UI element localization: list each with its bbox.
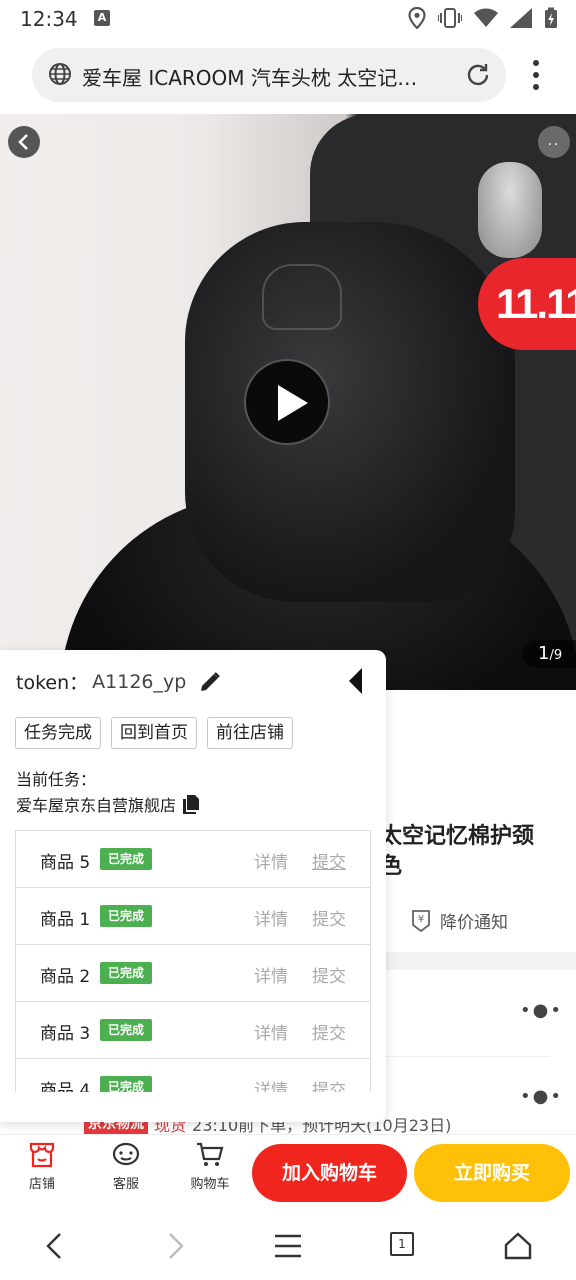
detail-link[interactable]: 详情 bbox=[254, 1019, 288, 1044]
submit-link[interactable]: 提交 bbox=[312, 1076, 346, 1092]
svg-text:¥: ¥ bbox=[418, 914, 424, 925]
reload-icon[interactable] bbox=[464, 61, 492, 89]
notification-icon: A bbox=[94, 10, 110, 26]
customer-service-label: 客服 bbox=[112, 1177, 139, 1192]
token-label: token： bbox=[16, 672, 89, 694]
location-icon bbox=[408, 7, 426, 29]
buy-now-button[interactable]: 立即购买 bbox=[414, 1144, 570, 1202]
system-nav-bar bbox=[0, 1210, 576, 1280]
status-badge: 已完成 bbox=[100, 1019, 153, 1041]
task-list: 商品 5 已完成 详情 提交 商品 1 已完成 详情 提交 商品 2 已完成 详… bbox=[15, 830, 371, 1092]
back-home-button[interactable]: 回到首页 bbox=[111, 717, 197, 749]
detail-link[interactable]: 详情 bbox=[254, 905, 288, 930]
nav-home-icon[interactable] bbox=[502, 1230, 534, 1262]
browser-menu-icon[interactable] bbox=[524, 58, 548, 92]
image-counter: 1/9 bbox=[522, 640, 576, 668]
shop-label: 店铺 bbox=[28, 1177, 55, 1192]
submit-link[interactable]: 提交 bbox=[312, 962, 346, 987]
image-total: /9 bbox=[549, 648, 563, 663]
task-name: 商品 3 bbox=[40, 1024, 91, 1044]
card-divider bbox=[380, 1056, 550, 1057]
panel-button-row: 任务完成 回到首页 前往店铺 bbox=[15, 717, 293, 749]
customer-service-button[interactable]: 客服 bbox=[94, 1141, 158, 1192]
copy-icon[interactable] bbox=[182, 794, 200, 814]
price-notice-icon: ¥ bbox=[412, 909, 430, 932]
promo-badge: 11.11 bbox=[478, 258, 576, 350]
detail-link[interactable]: 详情 bbox=[254, 1076, 288, 1092]
cart-button[interactable]: 购物车 bbox=[178, 1141, 242, 1192]
task-overlay-panel: token： A1126_yp 任务完成 回到首页 前往店铺 当前任务： 爱车屋… bbox=[0, 650, 386, 1122]
tab-count-button[interactable]: 1 bbox=[390, 1232, 414, 1256]
action-bar: 店铺 客服 购物车 加入购物车 立即购买 bbox=[0, 1134, 576, 1210]
cart-icon bbox=[197, 1142, 224, 1166]
shop-icon bbox=[29, 1142, 55, 1168]
submit-link[interactable]: 提交 bbox=[312, 905, 346, 930]
detail-link[interactable]: 详情 bbox=[254, 848, 288, 873]
signal-icon bbox=[510, 8, 532, 28]
status-badge: 已完成 bbox=[100, 1076, 153, 1092]
cart-label: 购物车 bbox=[190, 1177, 230, 1192]
option-more-icon[interactable]: •●• bbox=[520, 1086, 563, 1107]
price-notice-label: 降价通知 bbox=[440, 913, 508, 933]
task-complete-button[interactable]: 任务完成 bbox=[15, 717, 101, 749]
wifi-icon bbox=[474, 8, 498, 27]
task-name: 商品 5 bbox=[40, 853, 91, 873]
task-row: 商品 4 已完成 详情 提交 bbox=[16, 1059, 370, 1092]
status-badge: 已完成 bbox=[100, 905, 153, 927]
task-row: 商品 1 已完成 详情 提交 bbox=[16, 888, 370, 945]
current-task-shop: 爱车屋京东自营旗舰店 bbox=[16, 792, 200, 816]
globe-icon bbox=[49, 63, 71, 85]
status-bar: 12:34 A bbox=[0, 0, 576, 38]
nav-menu-icon[interactable] bbox=[272, 1230, 304, 1262]
add-to-cart-button[interactable]: 加入购物车 bbox=[252, 1144, 407, 1202]
more-icon[interactable]: .. bbox=[538, 126, 570, 158]
go-to-shop-button[interactable]: 前往店铺 bbox=[207, 717, 293, 749]
current-task-label: 当前任务： bbox=[16, 770, 97, 789]
task-name: 商品 4 bbox=[40, 1081, 91, 1092]
vibrate-icon bbox=[438, 8, 462, 28]
task-row: 商品 3 已完成 详情 提交 bbox=[16, 1002, 370, 1059]
status-icons bbox=[408, 6, 558, 30]
customer-service-icon bbox=[112, 1142, 140, 1166]
task-row: 商品 2 已完成 详情 提交 bbox=[16, 945, 370, 1002]
headrest-pillow bbox=[185, 222, 515, 602]
nav-back-icon[interactable] bbox=[40, 1230, 72, 1262]
submit-link[interactable]: 提交 bbox=[312, 848, 346, 873]
edit-icon[interactable] bbox=[198, 670, 222, 694]
detail-link[interactable]: 详情 bbox=[254, 962, 288, 987]
status-time: 12:34 bbox=[20, 7, 78, 31]
status-badge: 已完成 bbox=[100, 962, 153, 984]
token-row: token： A1126_yp bbox=[16, 668, 222, 695]
url-bar[interactable]: 爱车屋 ICAROOM 汽车头枕 太空记… bbox=[32, 48, 506, 102]
option-more-icon[interactable]: •●• bbox=[520, 1000, 563, 1021]
back-icon[interactable] bbox=[8, 126, 40, 158]
battery-icon bbox=[545, 7, 557, 28]
url-text[interactable]: 爱车屋 ICAROOM 汽车头枕 太空记… bbox=[82, 62, 452, 91]
shop-button[interactable]: 店铺 bbox=[10, 1141, 74, 1192]
play-icon bbox=[278, 385, 308, 421]
section-divider bbox=[380, 952, 576, 970]
price-notice-button[interactable]: ¥ 降价通知 bbox=[410, 908, 508, 933]
task-name: 商品 1 bbox=[40, 910, 91, 930]
play-video-button[interactable] bbox=[244, 359, 330, 445]
pillow-logo bbox=[262, 264, 342, 330]
product-image[interactable]: 11.11 .. 1/9 bbox=[0, 114, 576, 690]
product-title: 太空记忆棉护颈 色 bbox=[380, 824, 535, 879]
nav-forward-icon[interactable] bbox=[158, 1230, 190, 1262]
token-value: A1126_yp bbox=[92, 670, 187, 693]
status-badge: 已完成 bbox=[100, 848, 153, 870]
plush-toy bbox=[478, 162, 542, 258]
task-row: 商品 5 已完成 详情 提交 bbox=[16, 831, 370, 888]
current-task-shop-name: 爱车屋京东自营旗舰店 bbox=[16, 796, 177, 815]
image-index: 1 bbox=[538, 643, 550, 664]
submit-link[interactable]: 提交 bbox=[312, 1019, 346, 1044]
collapse-panel-icon[interactable] bbox=[346, 666, 366, 696]
task-name: 商品 2 bbox=[40, 967, 91, 987]
